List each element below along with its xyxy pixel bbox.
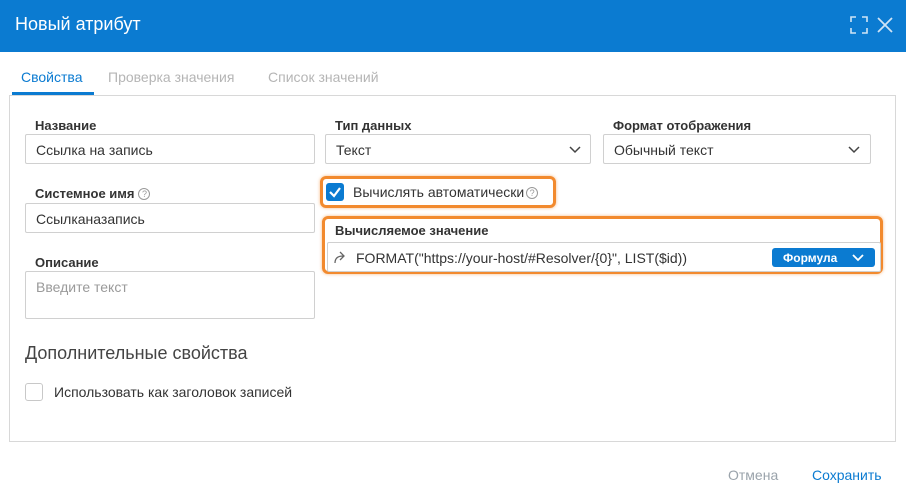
- display-format-value: Обычный текст: [614, 142, 714, 158]
- name-label: Название: [35, 118, 97, 133]
- system-name-label: Системное имя?: [35, 186, 151, 201]
- description-label: Описание: [35, 255, 99, 270]
- formula-text: FORMAT("https://your-host/#Resolver/{0}"…: [356, 250, 688, 266]
- chevron-down-icon: [848, 146, 860, 154]
- help-icon[interactable]: ?: [526, 187, 539, 199]
- chevron-down-icon: [569, 146, 581, 154]
- dialog-header: Новый атрибут: [0, 0, 906, 52]
- formula-arrow-icon: [334, 251, 345, 264]
- dialog-title: Новый атрибут: [15, 14, 141, 34]
- tab-properties[interactable]: Свойства: [21, 69, 82, 85]
- use-as-header-label: Использовать как заголовок записей: [54, 384, 293, 400]
- formula-mode-button[interactable]: Формула: [772, 248, 875, 267]
- additional-properties-title: Дополнительные свойства: [25, 343, 248, 363]
- tab-bar: Свойства Проверка значения Список значен…: [9, 52, 896, 95]
- auto-compute-checkbox[interactable]: [326, 183, 344, 201]
- data-type-select[interactable]: Текст: [325, 134, 591, 164]
- data-type-value: Текст: [336, 142, 372, 158]
- computed-value-label: Вычисляемое значение: [335, 223, 489, 238]
- computed-value-input[interactable]: FORMAT("https://your-host/#Resolver/{0}"…: [327, 242, 881, 272]
- description-textarea[interactable]: Введите текст: [25, 271, 315, 319]
- display-format-select[interactable]: Обычный текст: [603, 134, 871, 164]
- display-format-label: Формат отображения: [613, 118, 752, 133]
- system-name-input[interactable]: Ссылканазапись: [25, 203, 315, 233]
- chevron-down-icon: [852, 254, 864, 262]
- help-icon[interactable]: ?: [138, 188, 151, 200]
- formula-mode-label: Формула: [783, 251, 838, 265]
- expand-icon[interactable]: [849, 15, 869, 35]
- auto-compute-label-text: Вычислять автоматически: [353, 184, 525, 200]
- system-name-label-text: Системное имя: [35, 186, 135, 201]
- cancel-button[interactable]: Отмена: [728, 467, 778, 483]
- save-button[interactable]: Сохранить: [812, 467, 882, 483]
- tab-value-list[interactable]: Список значений: [268, 69, 379, 85]
- auto-compute-label: Вычислять автоматически?: [353, 184, 539, 200]
- close-icon[interactable]: [875, 15, 895, 35]
- use-as-header-checkbox[interactable]: [25, 383, 43, 401]
- properties-panel: Название Ссылка на запись Системное имя?…: [9, 95, 896, 442]
- data-type-label: Тип данных: [335, 118, 412, 133]
- name-input[interactable]: Ссылка на запись: [25, 134, 315, 164]
- checkmark-icon: [329, 187, 341, 198]
- tab-value-validation[interactable]: Проверка значения: [108, 69, 234, 85]
